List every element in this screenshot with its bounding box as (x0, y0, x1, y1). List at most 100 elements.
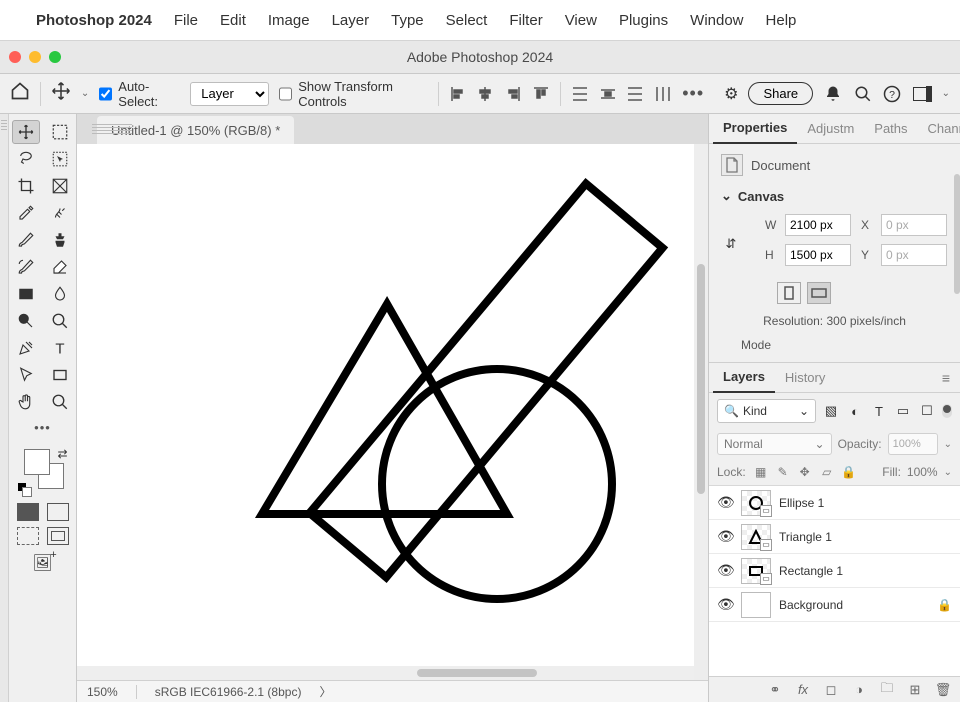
eyedropper-tool[interactable] (12, 201, 40, 225)
delete-layer-icon[interactable]: 🗑 (934, 681, 952, 699)
mode-label[interactable]: Mode (721, 338, 948, 352)
layer-name[interactable]: Ellipse 1 (779, 496, 824, 510)
menu-file[interactable]: File (174, 12, 198, 29)
menu-window[interactable]: Window (690, 12, 743, 29)
lock-artboard-icon[interactable]: ▱ (818, 463, 836, 481)
edit-toolbar-icon[interactable]: ••• (34, 420, 51, 435)
color-swatches[interactable]: ⇄ (20, 449, 66, 493)
orientation-landscape[interactable] (807, 282, 831, 304)
help-icon[interactable]: ? (882, 83, 902, 105)
horizontal-scrollbar[interactable] (77, 666, 694, 680)
clone-stamp-tool[interactable] (46, 228, 74, 252)
auto-select-checkbox[interactable] (99, 87, 112, 101)
distribute-top-icon[interactable] (571, 84, 589, 104)
tab-history[interactable]: History (775, 363, 835, 393)
layer-thumbnail[interactable]: ▭ (741, 558, 771, 584)
chevron-down-icon[interactable]: ⌄ (944, 439, 952, 450)
healing-brush-tool[interactable] (46, 201, 74, 225)
gradient-tool[interactable] (12, 282, 40, 306)
align-hcenter-icon[interactable] (477, 84, 495, 104)
tool-preset-chevron-icon[interactable]: ⌄ (81, 88, 89, 99)
lock-all-icon[interactable]: 🔒 (840, 463, 858, 481)
group-icon[interactable]: 🗀 (878, 681, 896, 699)
marquee-tool[interactable] (46, 120, 74, 144)
crop-tool[interactable] (12, 174, 40, 198)
zoom-level[interactable]: 150% (87, 685, 118, 699)
layer-name[interactable]: Background (779, 598, 843, 612)
eraser-tool[interactable] (46, 255, 74, 279)
height-input[interactable] (785, 244, 851, 266)
shape-ellipse[interactable] (382, 369, 612, 599)
visibility-toggle-icon[interactable]: 👁 (717, 596, 733, 613)
tab-channels[interactable]: Channe (918, 114, 960, 144)
lock-transparency-icon[interactable]: ▦ (752, 463, 770, 481)
adjustment-layer-icon[interactable]: ◑ (850, 681, 868, 699)
history-brush-tool[interactable] (12, 255, 40, 279)
x-input[interactable] (881, 214, 947, 236)
brush-tool[interactable] (12, 228, 40, 252)
visibility-toggle-icon[interactable]: 👁 (717, 562, 733, 579)
tab-adjustments[interactable]: Adjustm (797, 114, 864, 144)
swap-colors-icon[interactable]: ⇄ (57, 447, 67, 461)
workspace-chevron-icon[interactable]: ⌄ (942, 88, 950, 99)
chevron-down-icon[interactable]: ⌄ (944, 467, 952, 478)
auto-select-dropdown[interactable]: Layer (190, 82, 269, 106)
layer-thumbnail[interactable]: ▭ (741, 490, 771, 516)
minimize-window-button[interactable] (29, 51, 41, 63)
blur-tool[interactable] (46, 282, 74, 306)
link-layers-icon[interactable]: ⚭ (766, 681, 784, 699)
layer-name[interactable]: Rectangle 1 (779, 564, 843, 578)
visibility-toggle-icon[interactable]: 👁 (717, 528, 733, 545)
filter-smart-icon[interactable]: ☐ (918, 402, 936, 420)
tab-properties[interactable]: Properties (713, 114, 797, 144)
layer-row[interactable]: 👁 ▭ Rectangle 1 (709, 554, 960, 588)
fill-input[interactable]: 100% (907, 465, 938, 479)
screen-mode-2-icon[interactable] (47, 527, 69, 545)
lock-position-icon[interactable]: ✥ (796, 463, 814, 481)
filter-shape-icon[interactable]: ▭ (894, 402, 912, 420)
screen-mode-1-icon[interactable] (17, 527, 39, 545)
share-button[interactable]: Share (748, 82, 813, 105)
layer-filter-kind[interactable]: 🔍 Kind ⌄ (717, 399, 816, 423)
menu-select[interactable]: Select (446, 12, 488, 29)
default-colors-icon[interactable] (18, 483, 30, 495)
lock-pixels-icon[interactable]: ✎ (774, 463, 792, 481)
layer-name[interactable]: Triangle 1 (779, 530, 832, 544)
layer-thumbnail[interactable] (741, 592, 771, 618)
align-right-icon[interactable] (504, 84, 522, 104)
layer-row[interactable]: 👁 Background 🔒 (709, 588, 960, 622)
more-options-icon[interactable]: ••• (682, 83, 704, 104)
tab-grip[interactable] (92, 124, 132, 134)
dock-handle[interactable] (0, 114, 9, 702)
layer-thumbnail[interactable]: ▭ (741, 524, 771, 550)
filter-toggle[interactable] (942, 404, 952, 418)
auto-select-check[interactable]: Auto-Select: (99, 79, 180, 109)
standard-mode-icon[interactable] (17, 503, 39, 521)
new-document-icon[interactable]: 🖼 (32, 553, 52, 573)
orientation-portrait[interactable] (777, 282, 801, 304)
show-transform-checkbox[interactable] (279, 87, 292, 101)
type-tool[interactable]: T (46, 336, 74, 360)
menu-edit[interactable]: Edit (220, 12, 246, 29)
layer-row[interactable]: 👁 ▭ Triangle 1 (709, 520, 960, 554)
vertical-scrollbar[interactable] (694, 144, 708, 660)
filter-type-icon[interactable]: T (870, 402, 888, 420)
opacity-input[interactable]: 100% (888, 433, 938, 455)
path-select-tool[interactable] (12, 363, 40, 387)
quick-mask-icon[interactable] (47, 503, 69, 521)
dodge-tool[interactable] (12, 309, 40, 333)
layer-effects-icon[interactable]: fx (794, 681, 812, 699)
new-layer-icon[interactable]: ⊞ (906, 681, 924, 699)
lasso-tool[interactable] (12, 147, 40, 171)
layers-menu-icon[interactable]: ≡ (936, 370, 956, 386)
lock-icon[interactable]: 🔒 (937, 598, 952, 612)
hand-tool[interactable] (12, 390, 40, 414)
menu-layer[interactable]: Layer (332, 12, 370, 29)
frame-tool[interactable] (46, 174, 74, 198)
width-input[interactable] (785, 214, 851, 236)
workspace-mode-icon[interactable] (912, 83, 932, 105)
canvas-section[interactable]: ⌄ Canvas (721, 188, 948, 204)
show-transform-check[interactable]: Show Transform Controls (279, 79, 428, 109)
tab-paths[interactable]: Paths (864, 114, 917, 144)
y-input[interactable] (881, 244, 947, 266)
